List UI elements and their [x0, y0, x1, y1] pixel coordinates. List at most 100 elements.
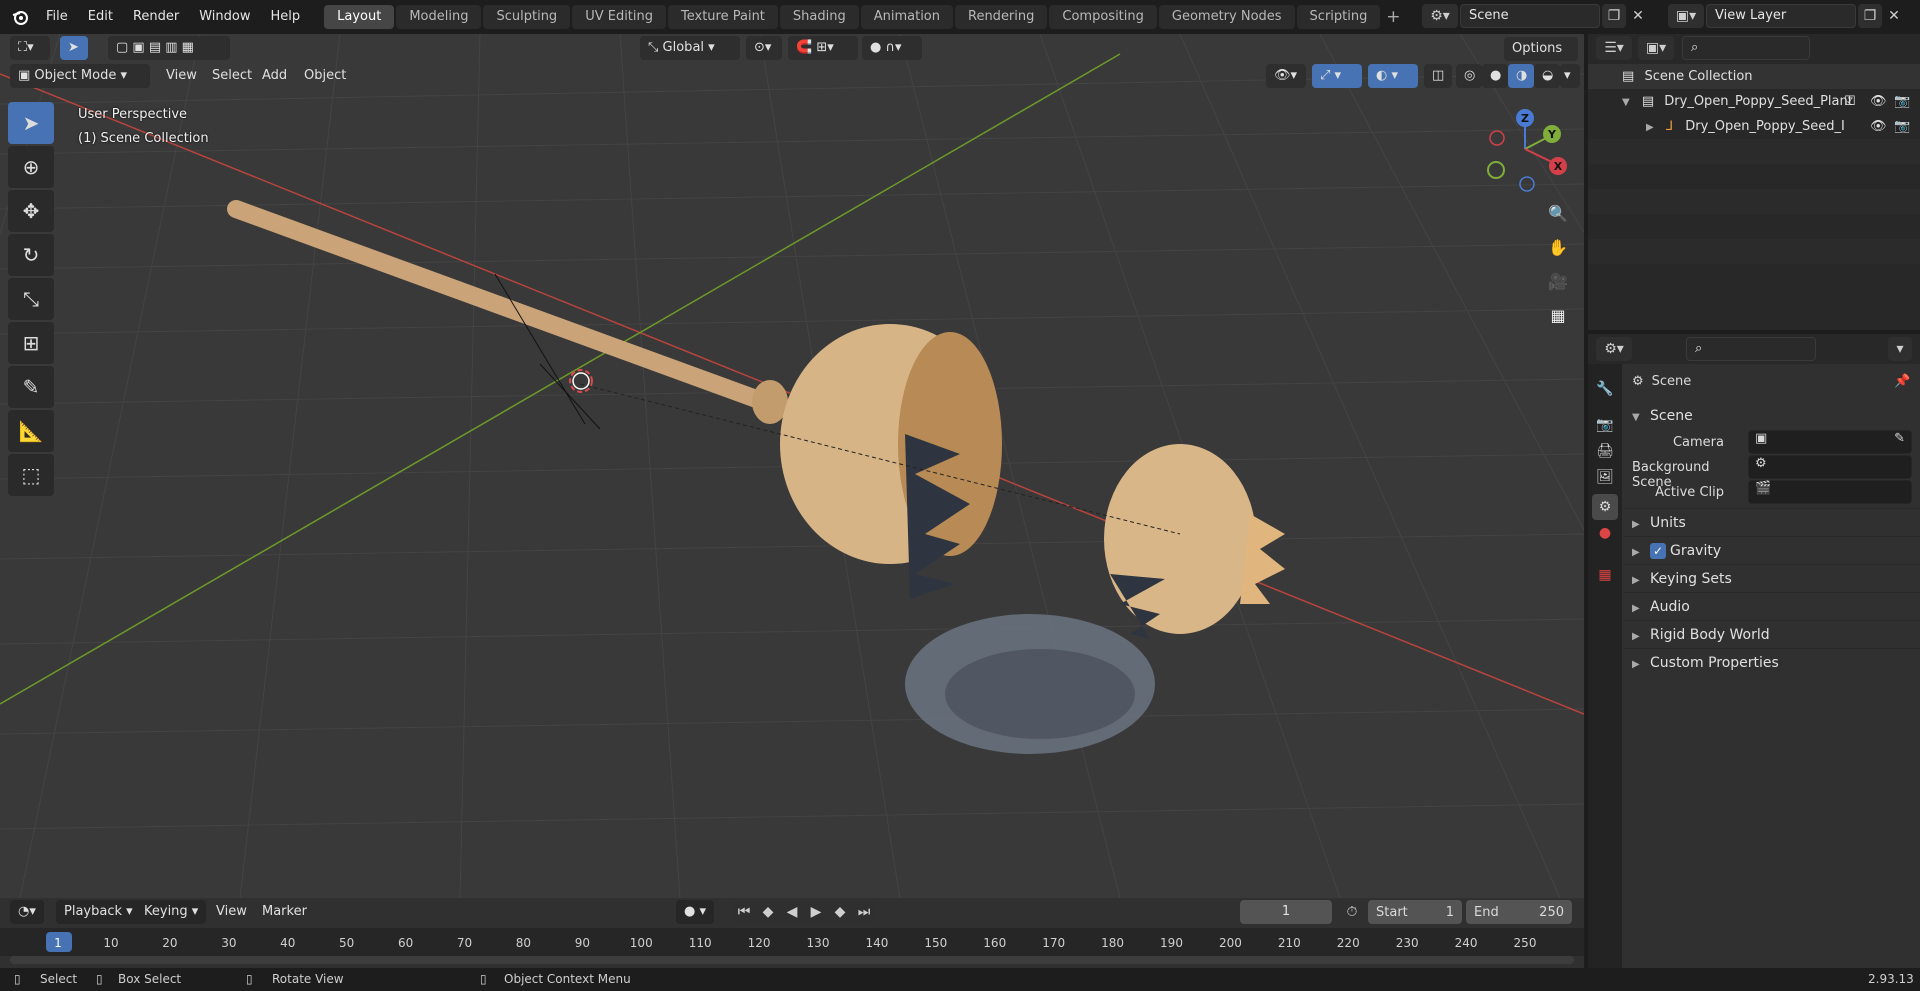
rotate-tool[interactable]: ↻: [8, 234, 54, 276]
visibility-eye-icon[interactable]: 👁: [1870, 89, 1887, 114]
gizmo-toggle[interactable]: ⤢ ▾: [1312, 64, 1362, 88]
shading-options-dropdown[interactable]: ▾: [1560, 64, 1580, 88]
timeline-menu-view[interactable]: View: [208, 900, 255, 924]
output-tab-icon[interactable]: 🖨: [1592, 438, 1618, 464]
display-mode-icon[interactable]: ▣▾: [1638, 36, 1674, 60]
eyedropper-icon[interactable]: ✎: [1894, 431, 1905, 446]
viewport-menu-select[interactable]: Select: [204, 64, 260, 88]
move-tool[interactable]: ✥: [8, 190, 54, 232]
playback-menu[interactable]: Playback ▾: [56, 900, 141, 924]
navigation-gizmo[interactable]: Z Y X: [1480, 104, 1570, 194]
active-clip-field[interactable]: 🎬: [1748, 480, 1912, 504]
rigid-body-world-panel-header[interactable]: ▶ Rigid Body World: [1624, 620, 1920, 648]
end-frame-field[interactable]: End 250: [1466, 900, 1572, 924]
gravity-panel-header[interactable]: ▶ ✓ Gravity: [1624, 536, 1920, 564]
view-layer-icon[interactable]: ▣▾: [1668, 4, 1704, 28]
tab-shading[interactable]: Shading: [779, 5, 859, 29]
pan-hand-icon[interactable]: ✋: [1543, 232, 1573, 262]
timeline-editor-type-button[interactable]: ◔▾: [10, 900, 44, 924]
new-view-layer-icon[interactable]: ❐: [1858, 4, 1882, 28]
camera-view-icon[interactable]: 🎥: [1543, 266, 1573, 296]
view-layer-tab-icon[interactable]: 🖼: [1592, 464, 1618, 490]
select-mode-button[interactable]: ➤: [60, 36, 88, 60]
gravity-checkbox[interactable]: ✓: [1650, 543, 1666, 559]
expand-arrow-icon[interactable]: ▼: [1622, 97, 1630, 108]
menu-file[interactable]: File: [36, 0, 78, 34]
outliner-row-scene-collection[interactable]: ▤ Scene Collection: [1588, 64, 1920, 89]
audio-panel-header[interactable]: ▶ Audio: [1624, 592, 1920, 620]
viewport-menu-add[interactable]: Add: [254, 64, 295, 88]
ortho-toggle-icon[interactable]: ▦: [1543, 300, 1573, 330]
scene-tab-icon[interactable]: ⚙: [1592, 494, 1618, 520]
pivot-point-dropdown[interactable]: ⊙▾: [746, 36, 782, 60]
pin-icon[interactable]: 📌: [1894, 374, 1910, 389]
timeline-menu-marker[interactable]: Marker: [254, 900, 315, 924]
blender-logo-icon[interactable]: [8, 5, 32, 29]
selection-mode-buttons[interactable]: ▢ ▣ ▤ ▥ ▦: [108, 36, 230, 60]
editor-type-button[interactable]: ⛶▾: [10, 36, 50, 60]
close-view-layer-icon[interactable]: ✕: [1882, 4, 1906, 28]
visibility-dropdown[interactable]: 👁▾: [1266, 64, 1306, 88]
keying-menu[interactable]: Keying ▾: [136, 900, 207, 924]
properties-options-icon[interactable]: ▾: [1888, 337, 1912, 361]
mode-dropdown[interactable]: ▣ Object Mode ▾: [10, 64, 150, 88]
properties-search-input[interactable]: ⌕: [1686, 337, 1816, 361]
xray-toggle[interactable]: ◫: [1424, 64, 1452, 88]
properties-editor-type-icon[interactable]: ⚙▾: [1596, 337, 1632, 361]
tab-uv-editing[interactable]: UV Editing: [572, 5, 667, 29]
texture-tab-icon[interactable]: ▦: [1592, 562, 1618, 588]
zoom-icon[interactable]: 🔍: [1543, 198, 1573, 228]
jump-end-icon[interactable]: ⏭: [852, 900, 876, 924]
collapse-arrow-icon[interactable]: ▶: [1646, 122, 1654, 133]
outliner-search-input[interactable]: ⌕: [1682, 36, 1810, 60]
tab-rendering[interactable]: Rendering: [955, 5, 1048, 29]
menu-edit[interactable]: Edit: [78, 0, 123, 34]
render-camera-icon[interactable]: 📷: [1894, 89, 1910, 114]
tab-compositing[interactable]: Compositing: [1049, 5, 1157, 29]
next-keyframe-icon[interactable]: ◆: [828, 900, 852, 924]
keying-sets-panel-header[interactable]: ▶ Keying Sets: [1624, 564, 1920, 592]
include-checkbox-icon[interactable]: ☑: [1844, 89, 1856, 114]
transform-tool[interactable]: ⊞: [8, 322, 54, 364]
play-icon[interactable]: ▶: [804, 900, 828, 924]
outliner-row-plant-collection[interactable]: ▼ ▤ Dry_Open_Poppy_Seed_Plant ☑ 👁 📷: [1588, 89, 1920, 114]
measure-tool[interactable]: 📐: [8, 410, 54, 452]
units-panel-header[interactable]: ▶ Units: [1624, 508, 1920, 536]
object-render-camera-icon[interactable]: 📷: [1894, 114, 1910, 139]
shading-material-button[interactable]: ◑: [1508, 64, 1534, 88]
menu-help[interactable]: Help: [261, 0, 311, 34]
3d-viewport[interactable]: ⛶▾ ➤ ▢ ▣ ▤ ▥ ▦ ⤡ Global ▾ ⊙▾ 🧲 ⊞▾ ● ∩▾ O…: [0, 34, 1584, 898]
outliner-editor-type-icon[interactable]: ☰▾: [1596, 36, 1632, 60]
jump-start-icon[interactable]: ⏮: [732, 900, 756, 924]
tab-modeling[interactable]: Modeling: [396, 5, 482, 29]
prev-keyframe-icon[interactable]: ◆: [756, 900, 780, 924]
select-box-tool[interactable]: ➤: [8, 102, 54, 144]
tab-layout[interactable]: Layout: [324, 5, 395, 29]
viewport-menu-view[interactable]: View: [158, 64, 205, 88]
object-visibility-eye-icon[interactable]: 👁: [1870, 114, 1887, 139]
tool-tab-icon[interactable]: 🔧: [1592, 376, 1618, 402]
add-workspace-button[interactable]: +: [1382, 6, 1404, 28]
tab-animation[interactable]: Animation: [860, 5, 953, 29]
transform-orientation-dropdown[interactable]: ⤡ Global ▾: [640, 36, 740, 60]
shading-rendered-button[interactable]: ◒: [1534, 64, 1560, 88]
options-dropdown[interactable]: Options ▾: [1504, 37, 1578, 80]
stopwatch-icon[interactable]: ⏱: [1340, 900, 1364, 924]
tab-sculpting[interactable]: Sculpting: [483, 5, 571, 29]
custom-properties-panel-header[interactable]: ▶ Custom Properties: [1624, 648, 1920, 676]
world-tab-icon[interactable]: ●: [1592, 520, 1618, 546]
camera-field[interactable]: ▣ ✎: [1748, 430, 1912, 454]
annotate-tool[interactable]: ✎: [8, 366, 54, 408]
viewport-menu-object[interactable]: Object: [296, 64, 354, 88]
overlays-toggle[interactable]: ◐ ▾: [1368, 64, 1418, 88]
render-tab-icon[interactable]: 📷: [1592, 412, 1618, 438]
new-scene-icon[interactable]: ❐: [1602, 4, 1626, 28]
scene-panel-header[interactable]: ▼ Scene: [1624, 402, 1920, 430]
scene-icon[interactable]: ⚙▾: [1422, 4, 1458, 28]
view-layer-field[interactable]: View Layer: [1706, 4, 1856, 28]
record-button[interactable]: ● ▾: [676, 900, 715, 924]
play-reverse-icon[interactable]: ◀: [780, 900, 804, 924]
scene-name-field[interactable]: Scene: [1460, 4, 1600, 28]
scale-tool[interactable]: ⤡: [8, 278, 54, 320]
snap-toggle[interactable]: 🧲 ⊞▾: [788, 36, 858, 60]
